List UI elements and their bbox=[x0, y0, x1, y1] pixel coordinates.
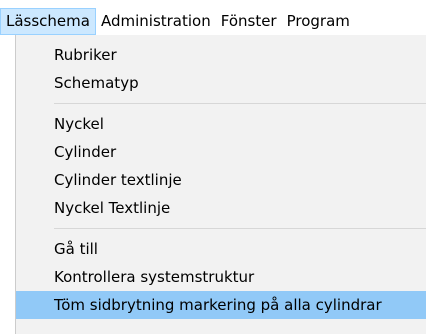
menu-item-cylinder[interactable]: Cylinder bbox=[16, 138, 426, 166]
menu-separator bbox=[54, 228, 426, 229]
menu-group-items: Nyckel Cylinder Cylinder textlinje Nycke… bbox=[16, 110, 426, 222]
menu-item-schematyp[interactable]: Schematyp bbox=[16, 69, 426, 97]
menu-item-nyckel[interactable]: Nyckel bbox=[16, 110, 426, 138]
menu-item-tom-sidbrytning[interactable]: Töm sidbrytning markering på alla cylind… bbox=[16, 291, 426, 319]
menu-separator bbox=[54, 103, 426, 104]
menu-item-rubriker[interactable]: Rubriker bbox=[16, 41, 426, 69]
window-top-edge bbox=[0, 0, 426, 8]
menu-item-kontrollera-systemstruktur[interactable]: Kontrollera systemstruktur bbox=[16, 263, 426, 291]
menu-group-tools: Gå till Kontrollera systemstruktur Töm s… bbox=[16, 235, 426, 319]
menu-bar: Lässchema Administration Fönster Program bbox=[0, 8, 426, 35]
lasschema-dropdown-menu: Rubriker Schematyp Nyckel Cylinder Cylin… bbox=[15, 35, 426, 334]
menu-fonster[interactable]: Fönster bbox=[216, 8, 282, 35]
menu-administration[interactable]: Administration bbox=[96, 8, 216, 35]
menu-item-cylinder-textlinje[interactable]: Cylinder textlinje bbox=[16, 166, 426, 194]
menu-program[interactable]: Program bbox=[282, 8, 355, 35]
menu-item-nyckel-textlinje[interactable]: Nyckel Textlinje bbox=[16, 194, 426, 222]
menu-lasschema[interactable]: Lässchema bbox=[0, 8, 96, 35]
menu-group-headers: Rubriker Schematyp bbox=[16, 41, 426, 97]
menu-item-ga-till[interactable]: Gå till bbox=[16, 235, 426, 263]
